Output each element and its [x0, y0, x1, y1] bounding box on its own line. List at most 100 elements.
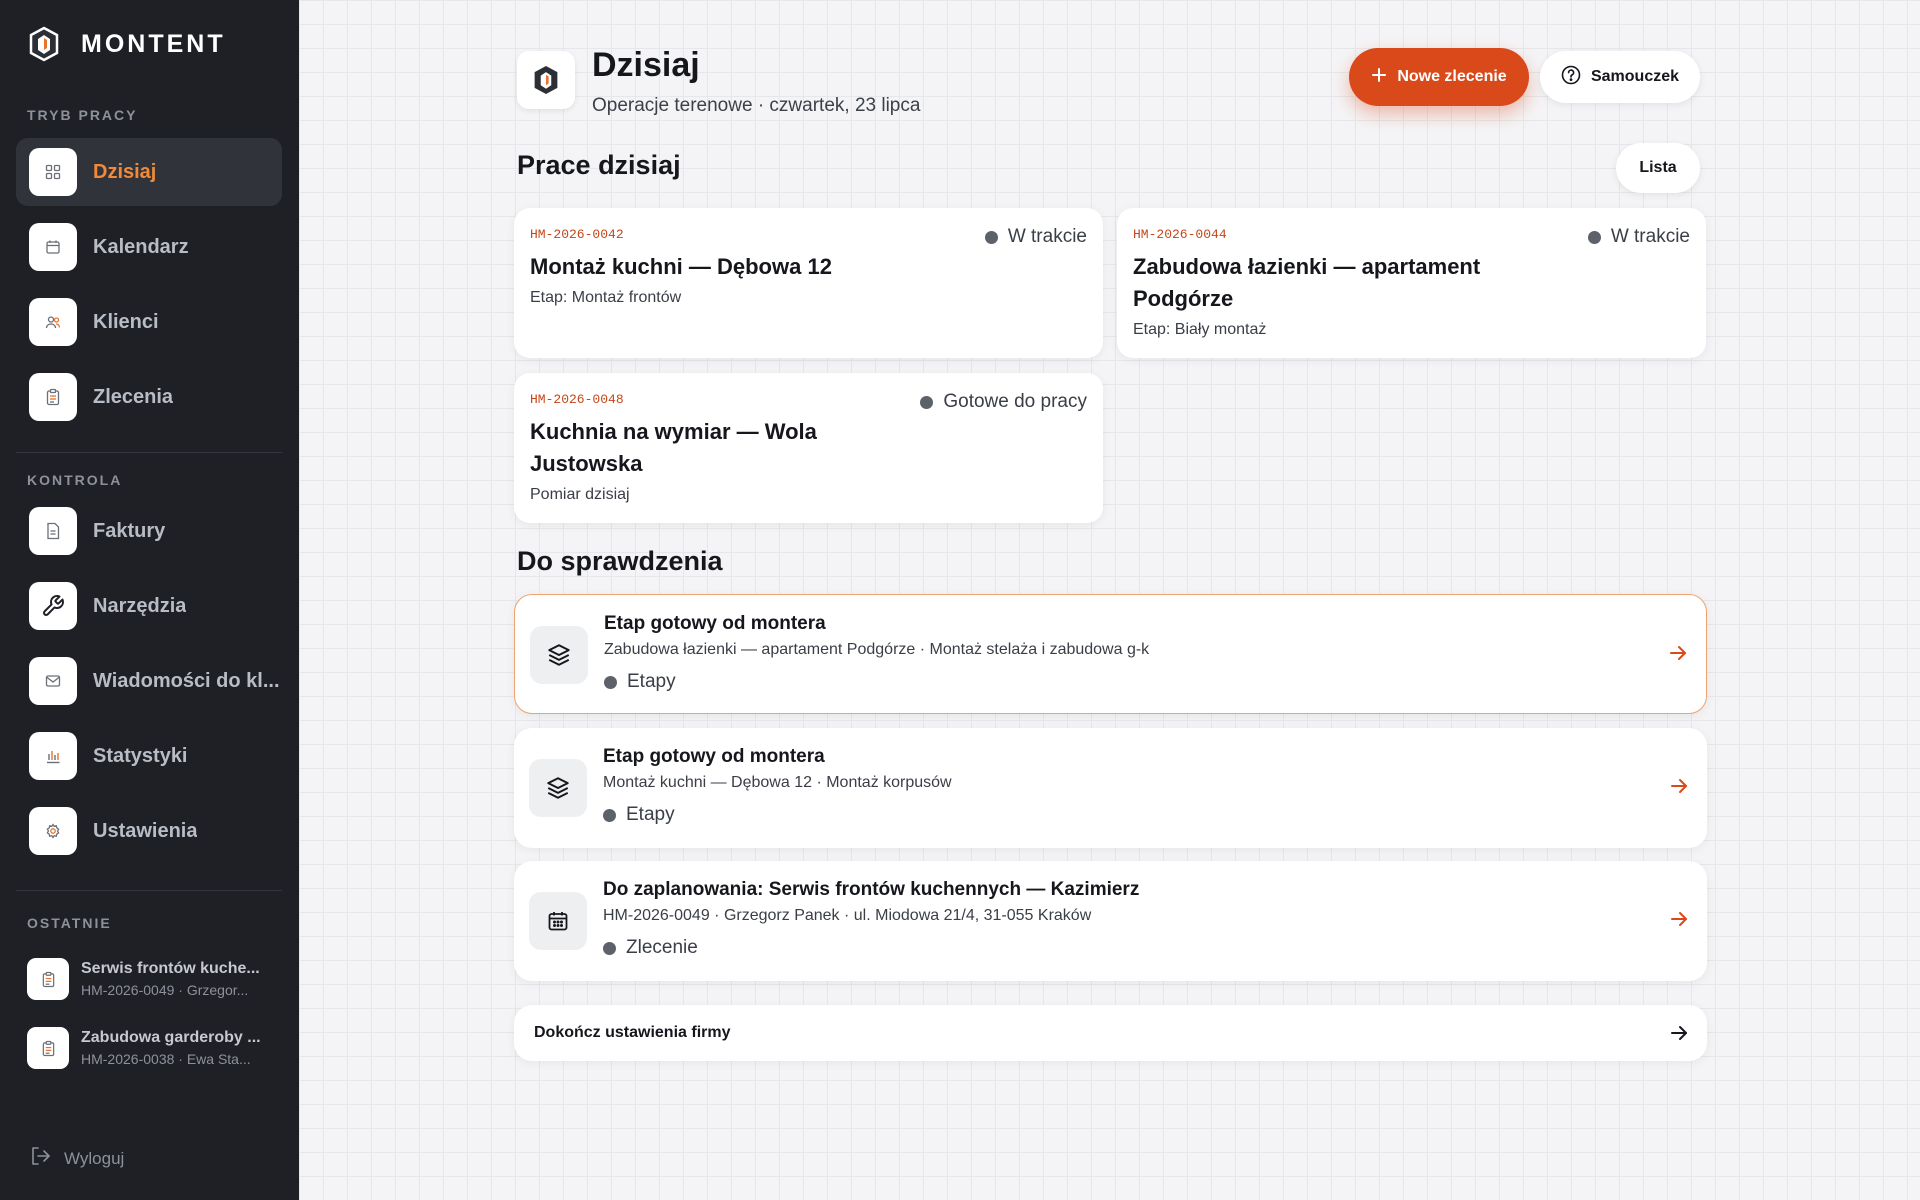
tag-label: Zlecenie: [626, 937, 698, 958]
sidebar: MONTENT TRYB PRACY Dzisiaj Kalendarz Kli…: [0, 0, 299, 1200]
status-label: W trakcie: [1007, 226, 1087, 247]
main-content: Dzisiaj Operacje terenowe · czwartek, 23…: [299, 0, 1920, 1200]
tag-dot: [604, 675, 617, 689]
clipboard-icon: [29, 373, 77, 421]
sidebar-item-label: Zlecenia: [93, 385, 174, 408]
recent-item-title: Serwis frontów kuche...: [81, 960, 260, 977]
brand-name: MONTENT: [81, 29, 226, 58]
section-label-work: TRYB PRACY: [27, 107, 138, 123]
brand[interactable]: MONTENT: [27, 24, 226, 64]
review-item-tag: Etapy: [604, 671, 676, 693]
job-stage: Etap: Montaż frontów: [530, 289, 682, 306]
sidebar-item-narzedzia[interactable]: Narzędzia: [16, 572, 282, 640]
review-item[interactable]: Etap gotowy od montera Montaż kuchni — D…: [514, 728, 1707, 848]
review-item-title: Etap gotowy od montera: [604, 613, 826, 634]
section-label-recent: OSTATNIE: [27, 915, 112, 931]
wrench-icon: [29, 582, 77, 630]
arrow-right-icon: [1668, 643, 1688, 668]
job-title: Kuchnia na wymiar — Wola Justowska: [530, 419, 817, 476]
job-card[interactable]: HM-2026-0044 W trakcie Zabudowa łazienki…: [1117, 208, 1706, 358]
finish-setup-button[interactable]: Dokończ ustawienia firmy: [514, 1005, 1707, 1061]
sidebar-item-label: Ustawienia: [93, 819, 198, 842]
help-icon: [1561, 65, 1581, 90]
today-section-title: Prace dzisiaj: [517, 150, 681, 180]
tag-label: Etapy: [627, 671, 676, 692]
job-stage: Pomiar dzisiaj: [530, 486, 630, 503]
review-item-tag: Zlecenie: [603, 937, 698, 959]
sidebar-item-label: Faktury: [93, 519, 166, 542]
sidebar-item-label: Statystyki: [93, 744, 188, 767]
logout-button[interactable]: Wyloguj: [30, 1146, 124, 1171]
bar-chart-icon: [29, 732, 77, 780]
job-card[interactable]: HM-2026-0042 W trakcie Montaż kuchni — D…: [514, 208, 1103, 358]
brand-logo-icon: [27, 24, 61, 64]
status-label: Gotowe do pracy: [943, 391, 1087, 412]
sidebar-item-label: Klienci: [93, 310, 159, 333]
clipboard-icon: [27, 958, 69, 1000]
users-icon: [29, 298, 77, 346]
logout-icon: [30, 1146, 52, 1171]
recent-item-subtitle: HM-2026-0049 · Grzegor...: [81, 982, 249, 998]
sidebar-item-faktury[interactable]: Faktury: [16, 497, 282, 565]
review-item-subtitle: HM-2026-0049 · Grzegorz Panek · ul. Miod…: [603, 907, 1092, 924]
tutorial-button[interactable]: Samouczek: [1540, 51, 1700, 103]
review-item[interactable]: Do zaplanowania: Serwis frontów kuchenny…: [514, 861, 1707, 981]
list-view-button[interactable]: Lista: [1616, 143, 1700, 193]
new-order-button[interactable]: Nowe zlecenie: [1349, 48, 1529, 106]
sidebar-item-ustawienia[interactable]: Ustawienia: [16, 797, 282, 865]
job-card[interactable]: HM-2026-0048 Gotowe do pracy Kuchnia na …: [514, 373, 1103, 523]
recent-item-title: Zabudowa garderoby ...: [81, 1029, 261, 1046]
sidebar-item-zlecenia[interactable]: Zlecenia: [16, 363, 282, 431]
sidebar-item-kalendarz[interactable]: Kalendarz: [16, 213, 282, 281]
tutorial-label: Samouczek: [1590, 68, 1680, 85]
status-badge: Gotowe do pracy: [920, 391, 1087, 413]
plus-icon: [1371, 67, 1387, 88]
sidebar-item-wiadomosci[interactable]: Wiadomości do kl...: [16, 647, 282, 715]
calendar-icon: [529, 892, 587, 950]
job-title: Montaż kuchni — Dębowa 12: [530, 254, 832, 279]
review-section-title: Do sprawdzenia: [517, 546, 723, 576]
review-item[interactable]: Etap gotowy od montera Zabudowa łazienki…: [514, 594, 1707, 714]
recent-item[interactable]: Serwis frontów kuche... HM-2026-0049 · G…: [27, 955, 277, 1003]
job-title: Zabudowa łazienki — apartament Podgórze: [1133, 254, 1481, 311]
status-badge: W trakcie: [1587, 226, 1690, 248]
review-item-subtitle: Montaż kuchni — Dębowa 12 · Montaż korpu…: [603, 774, 952, 791]
sidebar-divider: [16, 452, 282, 453]
sidebar-item-klienci[interactable]: Klienci: [16, 288, 282, 356]
status-dot: [920, 395, 934, 409]
mail-icon: [29, 657, 77, 705]
page-title: Dzisiaj: [592, 46, 700, 84]
sidebar-item-statystyki[interactable]: Statystyki: [16, 722, 282, 790]
job-stage: Etap: Biały montaż: [1133, 321, 1267, 338]
document-icon: [29, 507, 77, 555]
sidebar-item-label: Kalendarz: [93, 235, 189, 258]
layers-icon: [530, 626, 588, 684]
sidebar-item-label: Wiadomości do kl...: [93, 669, 280, 692]
status-label: W trakcie: [1610, 226, 1690, 247]
review-item-tag: Etapy: [603, 804, 675, 826]
gear-icon: [29, 807, 77, 855]
layers-icon: [529, 759, 587, 817]
sidebar-item-label: Dzisiaj: [93, 160, 157, 183]
recent-item[interactable]: Zabudowa garderoby ... HM-2026-0038 · Ew…: [27, 1024, 277, 1072]
sidebar-item-label: Narzędzia: [93, 594, 187, 617]
tag-label: Etapy: [626, 804, 675, 825]
section-label-control: KONTROLA: [27, 472, 123, 488]
sidebar-item-dzisiaj[interactable]: Dzisiaj: [16, 138, 282, 206]
recent-item-subtitle: HM-2026-0038 · Ewa Sta...: [81, 1051, 251, 1067]
finish-setup-label: Dokończ ustawienia firmy: [534, 1024, 731, 1041]
review-item-subtitle: Zabudowa łazienki — apartament Podgórze …: [604, 641, 1150, 658]
header-logo-icon: [517, 51, 575, 109]
recent-item-text: Serwis frontów kuche... HM-2026-0049 · G…: [81, 960, 277, 998]
calendar-icon: [29, 223, 77, 271]
tag-dot: [603, 808, 616, 822]
status-dot: [984, 230, 998, 244]
recent-item-text: Zabudowa garderoby ... HM-2026-0038 · Ew…: [81, 1029, 277, 1067]
status-dot: [1587, 230, 1601, 244]
logout-label: Wyloguj: [64, 1148, 125, 1168]
tag-dot: [603, 941, 616, 955]
arrow-right-icon: [1669, 1023, 1689, 1048]
arrow-right-icon: [1669, 909, 1689, 934]
grid-icon: [29, 148, 77, 196]
arrow-right-icon: [1669, 776, 1689, 801]
